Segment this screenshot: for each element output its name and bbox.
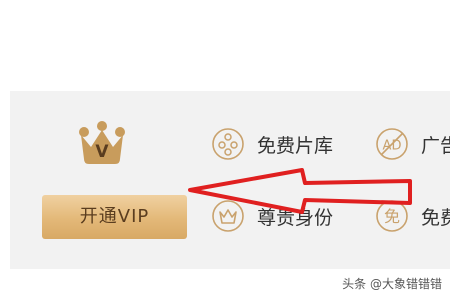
crown-icon: V: [78, 121, 126, 165]
feature-label: 免费: [421, 206, 450, 229]
crown-letter: V: [95, 142, 109, 162]
vip-panel: [10, 91, 450, 269]
feature-label: 免费片库: [257, 134, 334, 157]
open-vip-button[interactable]: 开通VIP: [42, 195, 187, 239]
feature-free-library[interactable]: 免费片库: [211, 127, 333, 161]
feature-label: 广告: [421, 134, 450, 157]
free-glyph: 免: [384, 207, 400, 226]
free-badge-icon: 免: [375, 199, 409, 233]
feature-label: 尊贵身份: [257, 206, 334, 229]
feature-free[interactable]: 免 免费: [375, 199, 450, 233]
watermark: 头条 @大象错错错: [342, 277, 442, 291]
crown-badge-icon: [211, 199, 245, 233]
feature-ad[interactable]: AD 广告: [375, 127, 450, 161]
feature-noble-identity[interactable]: 尊贵身份: [211, 199, 333, 233]
film-reel-icon: [211, 127, 245, 161]
ad-circle-icon: AD: [375, 127, 409, 161]
